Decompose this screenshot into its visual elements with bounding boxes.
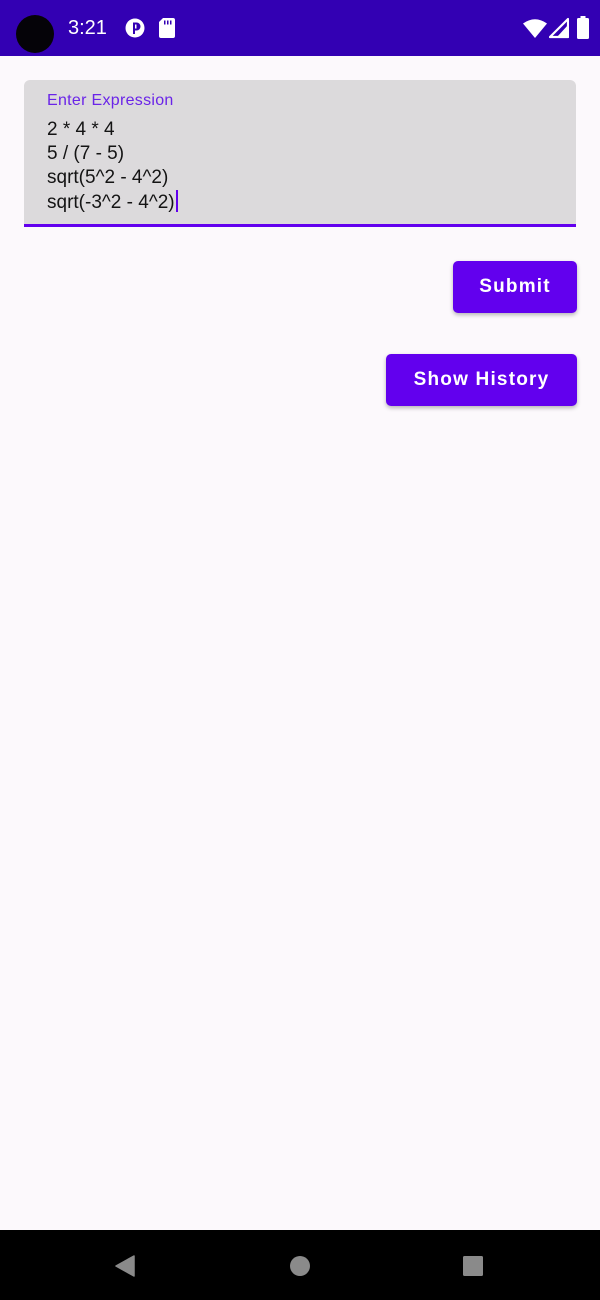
sd-card-icon <box>159 18 175 38</box>
wifi-icon <box>523 19 547 38</box>
recents-icon[interactable] <box>462 1255 484 1277</box>
navigation-bar <box>0 1230 600 1300</box>
expression-field-label: Enter Expression <box>47 92 174 109</box>
expression-line: 5 / (7 - 5) <box>47 143 125 164</box>
expression-line-last: sqrt(-3^2 - 4^2) <box>47 190 547 215</box>
back-icon[interactable] <box>114 1254 136 1278</box>
expression-line: sqrt(5^2 - 4^2) <box>47 167 169 188</box>
battery-icon <box>577 16 589 39</box>
text-cursor <box>175 190 178 212</box>
submit-button[interactable]: Submit <box>453 261 577 313</box>
status-time: 3:21 <box>68 17 107 39</box>
notification-badge-icon <box>125 18 145 38</box>
show-history-button[interactable]: Show History <box>386 354 577 406</box>
home-icon[interactable] <box>289 1255 311 1277</box>
expression-input-field[interactable]: Enter Expression 2 * 4 * 4 5 / (7 - 5) s… <box>24 80 576 227</box>
expression-line-text: sqrt(-3^2 - 4^2) <box>47 192 175 213</box>
expression-line: 2 * 4 * 4 <box>47 119 115 140</box>
expression-input-value[interactable]: 2 * 4 * 4 5 / (7 - 5) sqrt(5^2 - 4^2) sq… <box>47 118 547 215</box>
calculator-screen: 3:21 Enter Expression 2 * 4 * 4 5 / (7 -… <box>0 0 600 1300</box>
camera-cutout <box>16 15 54 53</box>
status-bar: 3:21 <box>0 0 600 56</box>
cellular-signal-icon <box>549 17 569 39</box>
